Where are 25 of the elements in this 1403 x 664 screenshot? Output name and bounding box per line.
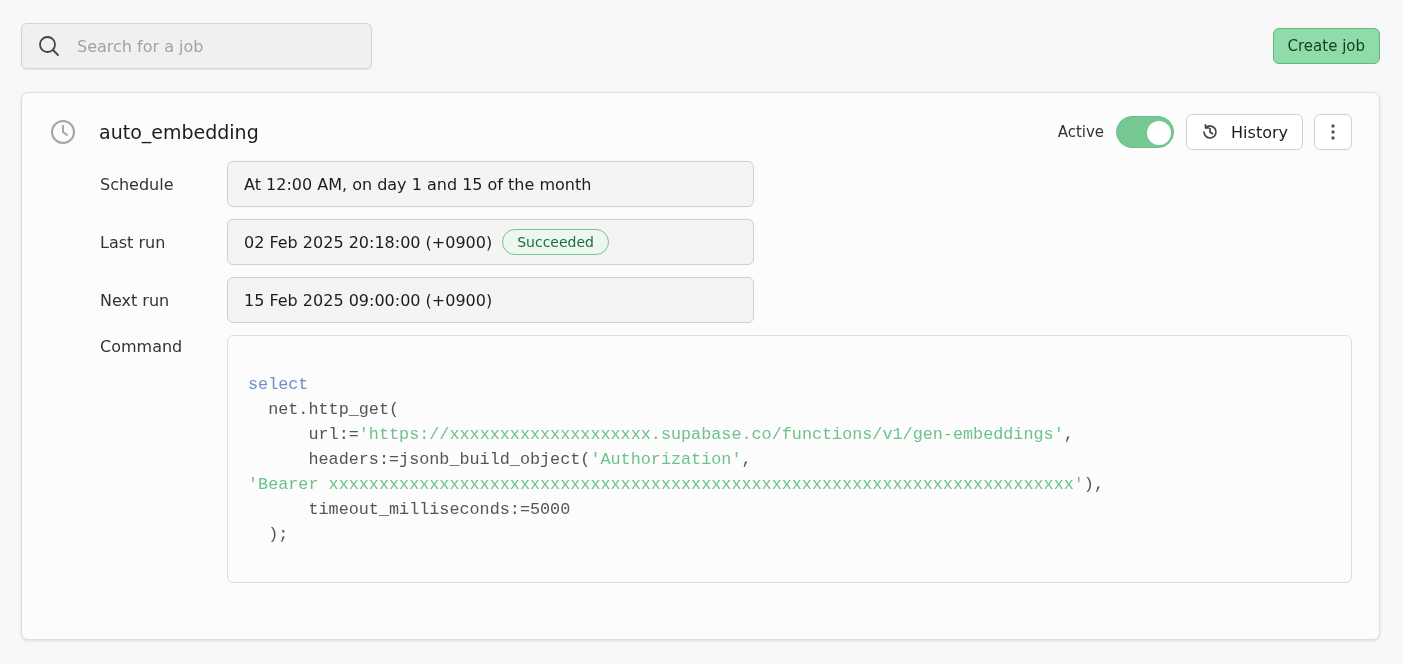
code-line: url:='https://xxxxxxxxxxxxxxxxxxxx.supabase.co/functions/v1/gen-embeddings', — [307, 424, 1074, 446]
more-options-button[interactable] — [1314, 114, 1352, 150]
active-toggle[interactable] — [1116, 116, 1175, 148]
status-badge: Succeeded — [502, 229, 609, 255]
code-line: ); — [267, 524, 289, 546]
history-icon — [1201, 123, 1220, 141]
more-icon — [1331, 124, 1335, 140]
code-line: headers:=jsonb_build_object('Authorization', — [307, 449, 752, 471]
search-field[interactable]: Search for a job — [21, 23, 372, 69]
history-button[interactable]: History — [1186, 114, 1303, 150]
create-job-button[interactable]: Create job — [1272, 28, 1380, 64]
code-line: select — [248, 374, 309, 396]
field-value: 02 Feb 2025 20:18:00 (+0900) — [244, 232, 493, 252]
code-line: timeout_milliseconds:=5000 — [307, 499, 571, 521]
field-label: Next run — [100, 290, 171, 310]
clock-icon — [50, 119, 76, 145]
code-line: 'Bearer xxxxxxxxxxxxxxxxxxxxxxxxxxxxxxxxxxxxxxxxxxxxxxxxxxxxxxxxxxxxxxxxxxxxxxxxxx'), — [248, 474, 1104, 496]
code-line: net.http_get( — [267, 399, 400, 421]
field-label: Schedule — [100, 174, 175, 194]
active-label: Active — [1057, 123, 1105, 141]
field-value: 15 Feb 2025 09:00:00 (+0900) — [244, 290, 493, 310]
field-label: Command — [100, 337, 184, 356]
job-name: auto_embedding — [99, 121, 259, 143]
field-value: At 12:00 AM, on day 1 and 15 of the month — [244, 174, 592, 194]
field-label: Last run — [100, 232, 167, 252]
